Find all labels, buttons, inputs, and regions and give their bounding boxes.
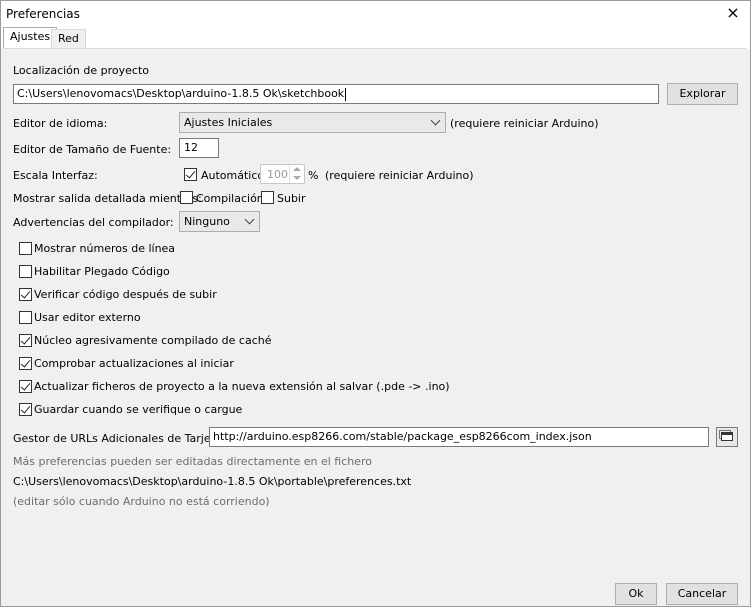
scale-value: 100 — [267, 168, 288, 181]
tab-ajustes[interactable]: Ajustes — [3, 27, 58, 49]
option-checkbox-save-on-verify[interactable] — [19, 403, 32, 416]
language-label: Editor de idioma: — [13, 117, 108, 130]
language-value: Ajustes Iniciales — [184, 116, 273, 129]
warnings-value: Ninguno — [184, 215, 230, 228]
sketchbook-label: Localización de proyecto — [13, 64, 149, 77]
board-urls-label: Gestor de URLs Adicionales de Tarjetas: — [13, 432, 232, 445]
window-icon — [721, 432, 733, 441]
preferences-window: Preferencias × Ajustes Red Localización … — [0, 0, 751, 607]
option-label-update-extension: Actualizar ficheros de proyecto a la nue… — [34, 380, 450, 393]
board-urls-input[interactable]: http://arduino.esp8266.com/stable/packag… — [209, 427, 709, 447]
cancel-button[interactable]: Cancelar — [666, 583, 738, 605]
option-checkbox-cache-core[interactable] — [19, 334, 32, 347]
verbose-upload-label: Subir — [277, 192, 306, 205]
edit-warning-text: (editar sólo cuando Arduino no está corr… — [13, 495, 270, 508]
browse-button[interactable]: Explorar — [667, 83, 738, 105]
option-checkbox-line-numbers[interactable] — [19, 242, 32, 255]
text-caret — [345, 87, 347, 101]
scale-label: Escala Interfaz: — [13, 169, 98, 182]
verbose-compile-checkbox[interactable] — [180, 191, 193, 204]
warnings-select[interactable]: Ninguno — [179, 211, 260, 232]
scale-spinner[interactable]: 100 — [260, 164, 305, 184]
option-checkbox-update-extension[interactable] — [19, 380, 32, 393]
language-select[interactable]: Ajustes Iniciales — [179, 112, 446, 133]
sketchbook-path-input[interactable]: C:\Users\lenovomacs\Desktop\arduino-1.8.… — [13, 84, 659, 104]
sketchbook-path-text: C:\Users\lenovomacs\Desktop\arduino-1.8.… — [17, 87, 345, 100]
preferences-file-path: C:\Users\lenovomacs\Desktop\arduino-1.8.… — [13, 475, 412, 488]
settings-panel: Localización de proyecto C:\Users\lenovo… — [3, 48, 747, 579]
font-size-label: Editor de Tamaño de Fuente: — [13, 143, 172, 156]
tab-bar: Ajustes Red — [1, 27, 750, 49]
title-bar: Preferencias × — [1, 1, 750, 27]
board-urls-window-button[interactable] — [716, 427, 738, 447]
spinner-arrows[interactable] — [289, 165, 304, 183]
more-prefs-text: Más preferencias pueden ser editadas dir… — [13, 455, 372, 468]
option-label-line-numbers: Mostrar números de línea — [34, 242, 176, 255]
option-label-external-editor: Usar editor externo — [34, 311, 141, 324]
verbose-label: Mostrar salida detallada mientras: — [13, 192, 202, 205]
tab-red[interactable]: Red — [51, 29, 86, 49]
font-size-input[interactable]: 12 — [179, 138, 219, 158]
spinner-down-icon[interactable] — [293, 176, 301, 180]
chevron-down-icon — [244, 214, 255, 225]
verbose-upload-checkbox[interactable] — [261, 191, 274, 204]
language-note: (requiere reiniciar Arduino) — [450, 117, 599, 130]
option-label-cache-core: Núcleo agresivamente compilado de caché — [34, 334, 272, 347]
verbose-compile-label: Compilación — [196, 192, 264, 205]
option-checkbox-check-updates[interactable] — [19, 357, 32, 370]
option-label-code-folding: Habilitar Plegado Código — [34, 265, 170, 278]
scale-unit: % — [308, 169, 319, 182]
dialog-footer: Ok Cancelar — [1, 579, 750, 606]
warnings-label: Advertencias del compilador: — [13, 216, 174, 229]
spinner-up-icon[interactable] — [293, 167, 301, 171]
option-label-save-on-verify: Guardar cuando se verifique o cargue — [34, 403, 243, 416]
scale-auto-checkbox[interactable] — [184, 168, 197, 181]
close-icon[interactable]: × — [722, 3, 744, 25]
option-label-check-updates: Comprobar actualizaciones al iniciar — [34, 357, 234, 370]
option-checkbox-external-editor[interactable] — [19, 311, 32, 324]
scale-note: (requiere reiniciar Arduino) — [325, 169, 474, 182]
option-checkbox-code-folding[interactable] — [19, 265, 32, 278]
window-title: Preferencias — [6, 7, 80, 21]
chevron-down-icon — [430, 115, 441, 126]
option-checkbox-verify-after-upload[interactable] — [19, 288, 32, 301]
option-label-verify-after-upload: Verificar código después de subir — [34, 288, 217, 301]
scale-auto-label: Automático — [201, 169, 265, 182]
ok-button[interactable]: Ok — [615, 583, 657, 605]
